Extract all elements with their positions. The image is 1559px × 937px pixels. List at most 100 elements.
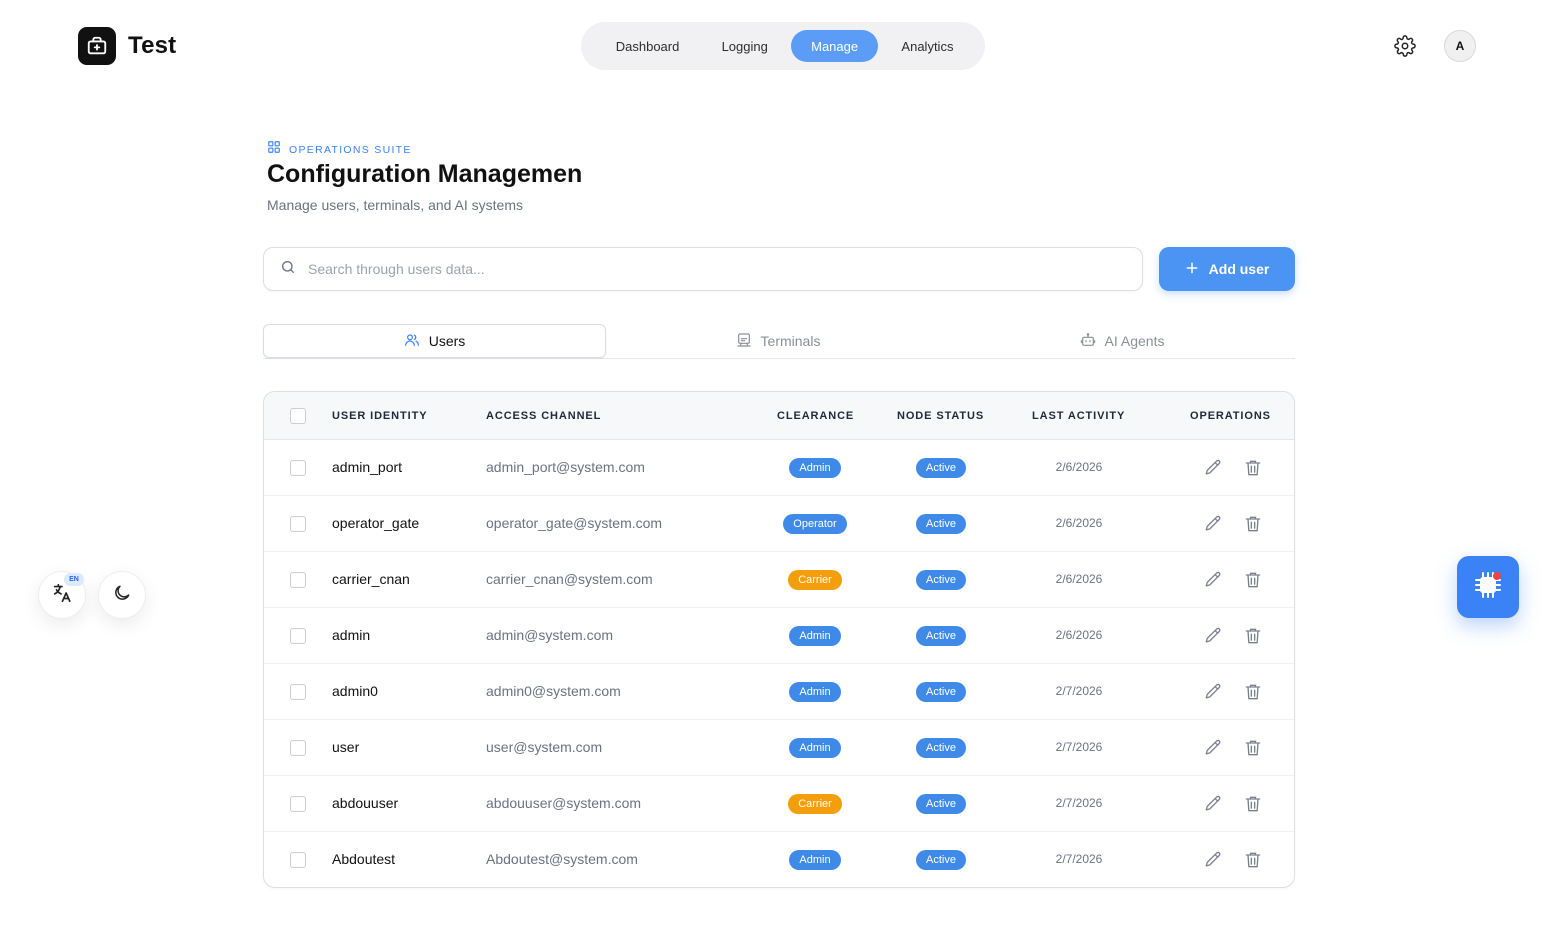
user-email: Abdoutest@system.com — [486, 851, 638, 867]
user-email: admin_port@system.com — [486, 459, 645, 475]
pencil-icon[interactable] — [1203, 626, 1223, 646]
pencil-icon[interactable] — [1203, 794, 1223, 814]
row-checkbox[interactable] — [290, 460, 306, 476]
status-badge: Active — [916, 570, 966, 590]
page: Test Dashboard Logging Manage Analytics … — [0, 0, 1559, 937]
status-cell: Active — [876, 570, 1006, 590]
pencil-icon[interactable] — [1203, 682, 1223, 702]
table-header: USER IDENTITY ACCESS CHANNEL CLEARANCE N… — [264, 392, 1294, 440]
plus-icon — [1185, 261, 1199, 278]
status-badge: Active — [916, 458, 966, 478]
status-cell: Active — [876, 458, 1006, 478]
user-name: operator_gate — [332, 515, 420, 531]
search-icon — [280, 259, 296, 280]
select-all-checkbox[interactable] — [290, 408, 306, 424]
row-checkbox[interactable] — [290, 572, 306, 588]
last-activity: 2/6/2026 — [1055, 572, 1103, 586]
language-code-badge: EN — [64, 573, 84, 586]
page-title: Configuration Managemen — [267, 160, 583, 188]
status-badge: Active — [916, 794, 966, 814]
trash-icon[interactable] — [1243, 570, 1263, 590]
pencil-icon[interactable] — [1203, 570, 1223, 590]
clearance-badge: Admin — [789, 626, 841, 646]
user-name: admin_port — [332, 459, 403, 475]
tab-terminals[interactable]: Terminals — [606, 324, 950, 358]
nav-analytics[interactable]: Analytics — [878, 30, 977, 62]
table-row[interactable]: Abdoutest Abdoutest@system.com Admin Active… — [264, 832, 1294, 887]
status-badge: Active — [916, 514, 966, 534]
search-bar — [263, 247, 1143, 291]
table-row[interactable]: carrier_cnan carrier_cnan@system.com Carri… — [264, 552, 1294, 608]
trash-icon[interactable] — [1243, 626, 1263, 646]
row-checkbox[interactable] — [290, 516, 306, 532]
clearance-cell: Carrier — [740, 570, 890, 590]
tab-bar: Users Terminals AI Agents — [263, 324, 1295, 359]
nav-dashboard[interactable]: Dashboard — [597, 30, 698, 62]
clearance-cell: Operator — [740, 514, 890, 534]
last-activity: 2/6/2026 — [1055, 516, 1103, 530]
trash-icon[interactable] — [1243, 682, 1263, 702]
tab-users-label: Users — [428, 333, 466, 349]
user-email: user@system.com — [486, 739, 603, 755]
chip-icon — [1471, 568, 1505, 607]
last-activity: 2/7/2026 — [1055, 684, 1103, 698]
tab-ai-agents[interactable]: AI Agents — [950, 324, 1294, 358]
column-header: ACCESS CHANNEL — [486, 410, 602, 422]
nav-manage[interactable]: Manage — [791, 30, 878, 62]
row-checkbox[interactable] — [290, 740, 306, 756]
table-row[interactable]: admin0 admin0@system.com Admin Active 2/7/20… — [264, 664, 1294, 720]
status-badge: Active — [916, 850, 966, 870]
table-row[interactable]: operator_gate operator_gate@system.com Ope… — [264, 496, 1294, 552]
trash-icon[interactable] — [1243, 738, 1263, 758]
theme-toggle-button[interactable] — [98, 571, 146, 619]
pencil-icon[interactable] — [1203, 738, 1223, 758]
pencil-icon[interactable] — [1203, 514, 1223, 534]
user-name: user — [332, 739, 360, 755]
tab-ai-agents-label: AI Agents — [1104, 333, 1165, 349]
user-email: carrier_cnan@system.com — [486, 571, 653, 587]
table-row[interactable]: abdouuser abdouuser@system.com Carrier Acti… — [264, 776, 1294, 832]
column-header: LAST ACTIVITY — [1032, 410, 1126, 422]
column-header: OPERATIONS — [1190, 410, 1271, 422]
pencil-icon[interactable] — [1203, 458, 1223, 478]
search-input[interactable] — [308, 261, 1108, 277]
table-row[interactable]: admin_port admin_port@system.com Admin Acti… — [264, 440, 1294, 496]
row-checkbox[interactable] — [290, 852, 306, 868]
user-email: operator_gate@system.com — [486, 515, 663, 531]
user-name: admin — [332, 627, 371, 643]
trash-icon[interactable] — [1243, 458, 1263, 478]
status-badge: Active — [916, 682, 966, 702]
assistant-button[interactable] — [1457, 556, 1519, 618]
grid-icon — [267, 140, 281, 159]
row-checkbox[interactable] — [290, 628, 306, 644]
status-badge: Active — [916, 738, 966, 758]
add-user-button[interactable]: Add user — [1159, 247, 1295, 291]
gear-icon[interactable] — [1393, 34, 1417, 58]
brand[interactable]: Test — [78, 27, 176, 65]
eyebrow: OPERATIONS SUITE — [267, 140, 412, 159]
tab-users[interactable]: Users — [263, 324, 606, 358]
last-activity: 2/6/2026 — [1055, 460, 1103, 474]
user-email: abdouuser@system.com — [486, 795, 642, 811]
table-row[interactable]: admin admin@system.com Admin Active 2/6/2026 — [264, 608, 1294, 664]
user-name: Abdoutest — [332, 851, 396, 867]
pencil-icon[interactable] — [1203, 850, 1223, 870]
row-checkbox[interactable] — [290, 684, 306, 700]
trash-icon[interactable] — [1243, 850, 1263, 870]
trash-icon[interactable] — [1243, 514, 1263, 534]
status-cell: Active — [876, 850, 1006, 870]
table-row[interactable]: user user@system.com Admin Active 2/7/2026 — [264, 720, 1294, 776]
status-cell: Active — [876, 682, 1006, 702]
trash-icon[interactable] — [1243, 794, 1263, 814]
tab-terminals-label: Terminals — [760, 333, 821, 349]
clearance-cell: Carrier — [740, 794, 890, 814]
last-activity: 2/6/2026 — [1055, 628, 1103, 642]
table-body: admin_port admin_port@system.com Admin Acti… — [264, 440, 1294, 887]
row-checkbox[interactable] — [290, 796, 306, 812]
users-table: USER IDENTITY ACCESS CHANNEL CLEARANCE N… — [263, 391, 1295, 888]
avatar[interactable]: A — [1444, 30, 1476, 62]
nav-logging[interactable]: Logging — [698, 30, 791, 62]
user-name: admin0 — [332, 683, 378, 699]
status-cell: Active — [876, 514, 1006, 534]
clearance-badge: Admin — [789, 850, 841, 870]
